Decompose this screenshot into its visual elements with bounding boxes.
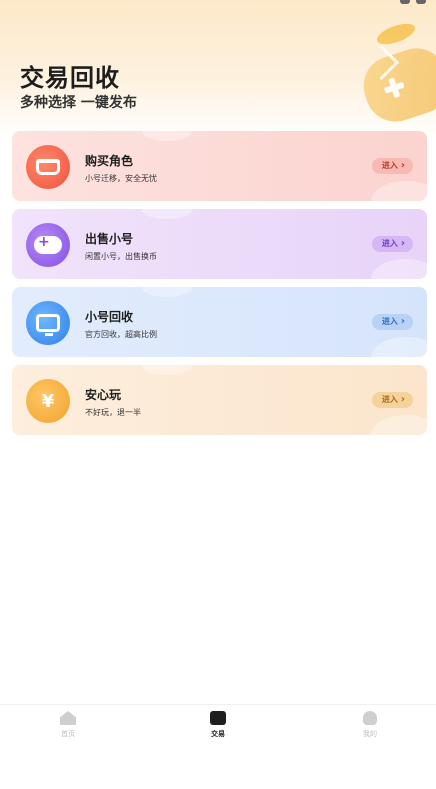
home-icon <box>60 711 76 725</box>
card-description: 不好玩，退一半 <box>85 408 141 417</box>
buy-role-card[interactable]: 购买角色 小号迁移，安全无忧 进入 › <box>12 131 427 201</box>
tab-label: 首页 <box>61 730 75 738</box>
tab-home[interactable]: 首页 <box>38 711 98 739</box>
safe-play-card[interactable]: ¥ 安心玩 不好玩，退一半 进入 › <box>12 365 427 435</box>
profile-icon <box>363 711 377 725</box>
enter-safe-button[interactable]: 进入 › <box>371 392 413 408</box>
tab-label: 交易 <box>211 730 225 738</box>
status-bar-icons <box>400 0 426 4</box>
enter-sell-button[interactable]: 进入 › <box>371 236 413 252</box>
card-title: 出售小号 <box>85 232 134 246</box>
card-title: 小号回收 <box>85 310 134 324</box>
basket-icon <box>26 145 70 189</box>
enter-buy-button[interactable]: 进入 › <box>371 158 413 174</box>
chevron-right-icon: › <box>400 238 405 249</box>
trade-options-list: 购买角色 小号迁移，安全无忧 进入 › 出售小号 闲置小号，出售换币 进入 › … <box>12 131 427 443</box>
chevron-right-icon: › <box>400 394 405 405</box>
bottom-tab-bar: 首页 交易 我的 <box>0 704 436 751</box>
card-description: 官方回收，超高比例 <box>85 330 157 339</box>
card-title: 安心玩 <box>85 388 122 402</box>
tab-label: 我的 <box>363 730 377 738</box>
page-title: 交易回收 <box>20 64 120 92</box>
monitor-recycle-icon <box>26 301 70 345</box>
card-title: 购买角色 <box>85 154 134 168</box>
card-description: 小号迁移，安全无忧 <box>85 174 157 183</box>
sell-account-card[interactable]: 出售小号 闲置小号，出售换币 进入 › <box>12 209 427 279</box>
tab-mine[interactable]: 我的 <box>340 711 400 739</box>
yuan-shield-icon: ¥ <box>26 379 70 423</box>
page-subtitle: 多种选择 一键发布 <box>20 95 137 111</box>
card-description: 闲置小号，出售换币 <box>85 252 157 261</box>
chevron-right-icon: › <box>400 316 405 327</box>
trade-icon <box>210 711 226 725</box>
enter-recycle-button[interactable]: 进入 › <box>371 314 413 330</box>
chevron-right-icon: › <box>400 160 405 171</box>
recycle-account-card[interactable]: 小号回收 官方回收，超高比例 进入 › <box>12 287 427 357</box>
gamepad-icon <box>26 223 70 267</box>
tab-trade[interactable]: 交易 <box>188 711 248 739</box>
